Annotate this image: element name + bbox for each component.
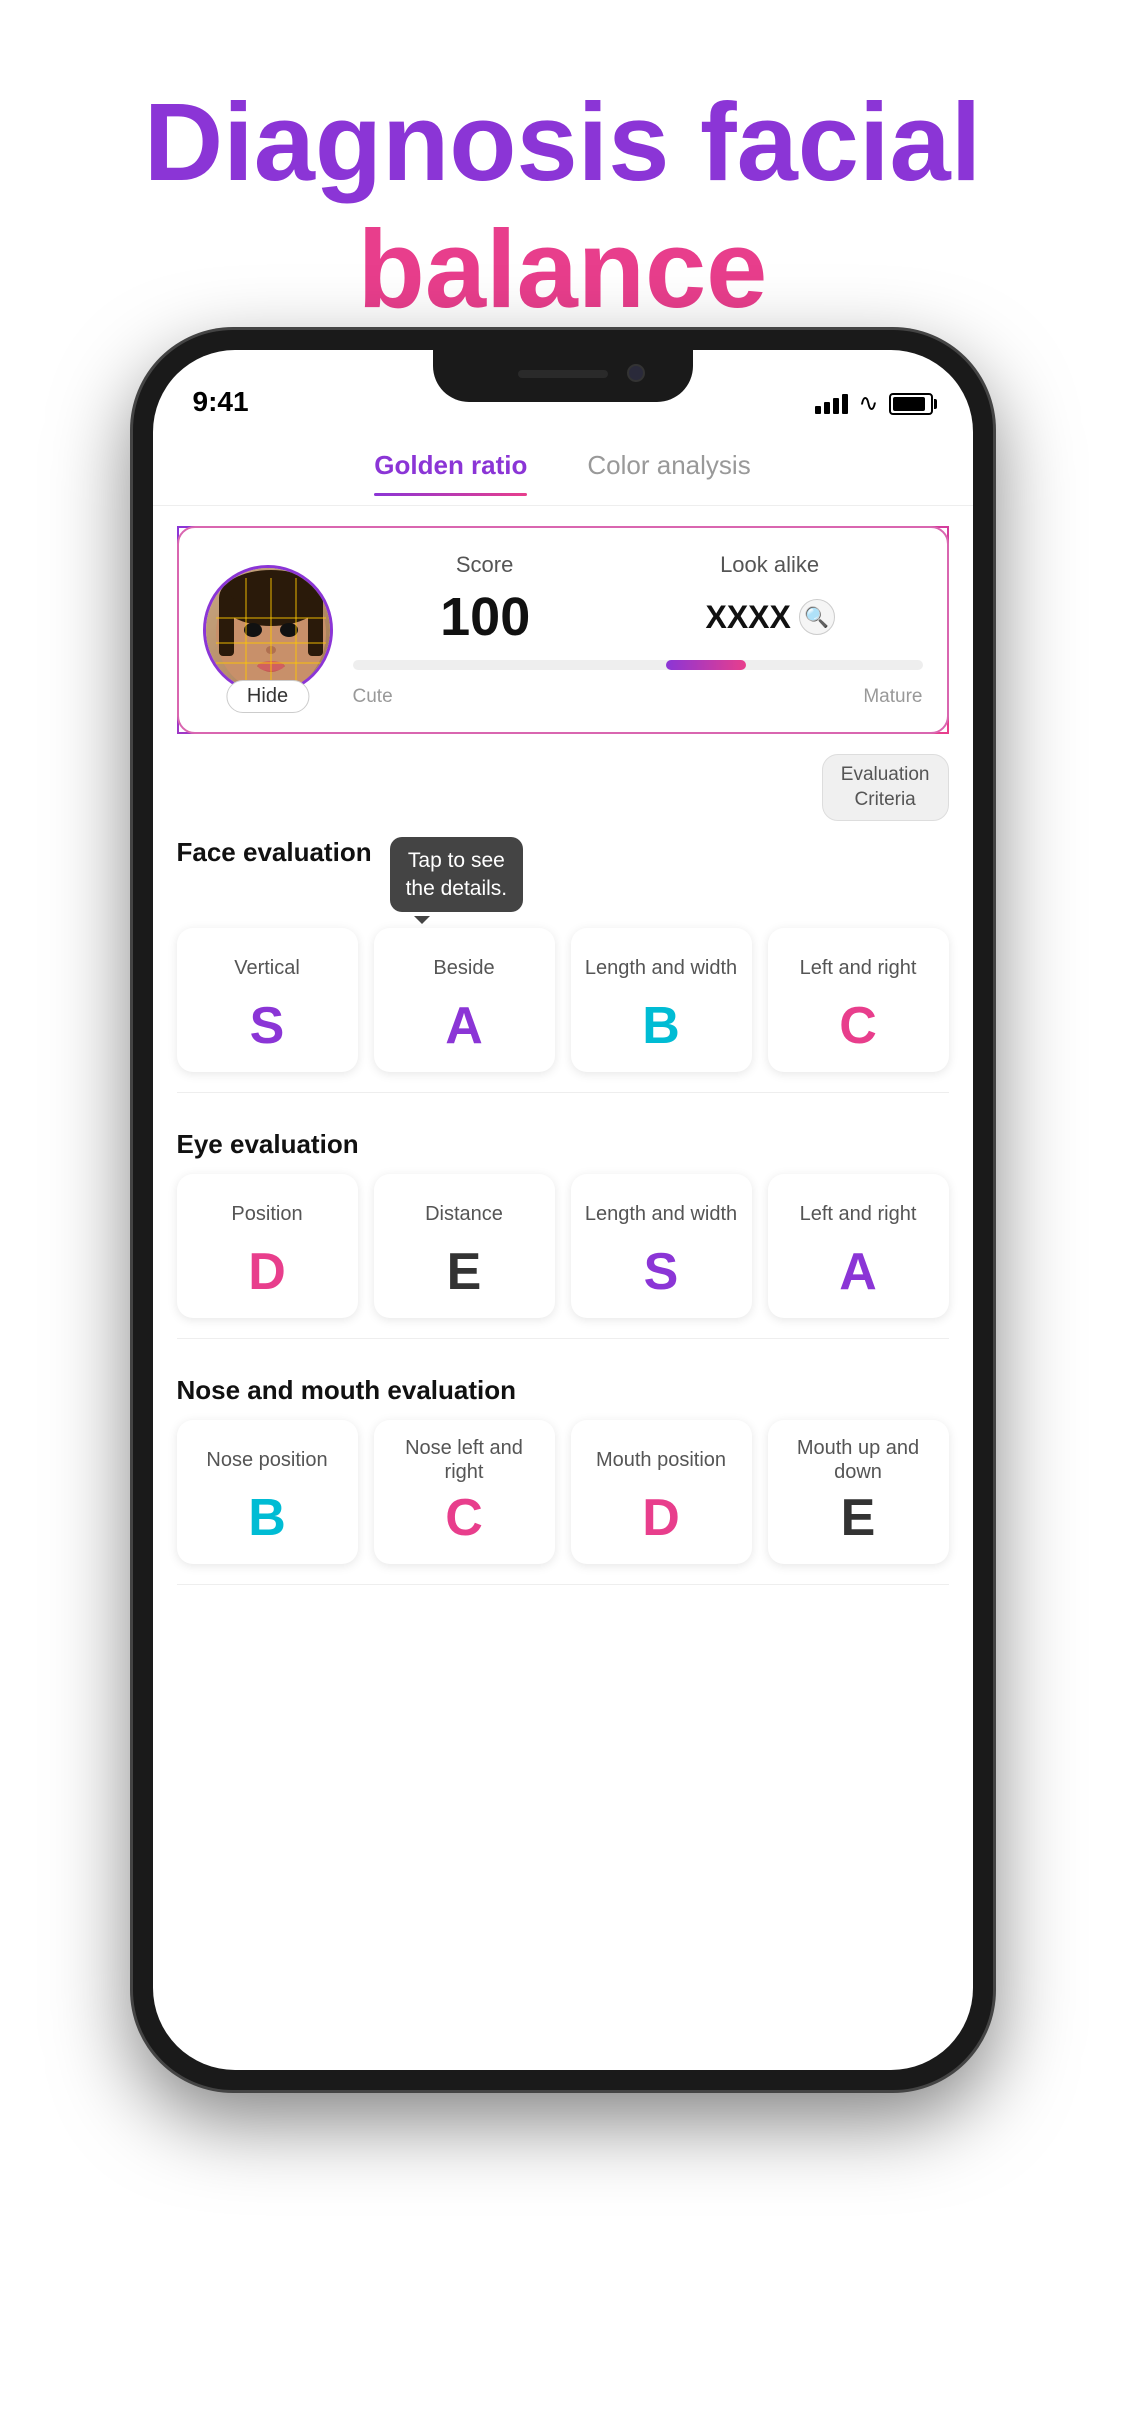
tab-golden-ratio[interactable]: Golden ratio	[374, 450, 527, 495]
grade-label-length-width: Length and width	[585, 944, 737, 992]
status-icons: ∿	[815, 389, 932, 418]
score-card: Hide Score Look alike 100 XXXX 🔍	[177, 526, 949, 734]
grade-card-eye-length-width[interactable]: Length and width S	[571, 1174, 752, 1318]
grade-label-eye-length-width: Length and width	[585, 1190, 737, 1238]
hide-button[interactable]: Hide	[226, 680, 309, 713]
face-evaluation-title: Face evaluation	[177, 837, 372, 868]
progress-bar-fill	[666, 660, 746, 670]
grade-letter-position: D	[248, 1246, 286, 1298]
face-eval-header: Face evaluation Tap to seethe details.	[177, 837, 949, 912]
status-time: 9:41	[193, 386, 249, 418]
progress-labels: Cute Mature	[353, 686, 923, 708]
grade-label-nose-position: Nose position	[206, 1436, 327, 1484]
grade-letter-mouth-up-down: E	[841, 1492, 876, 1544]
progress-label-right: Mature	[863, 686, 922, 708]
grade-card-left-right[interactable]: Left and right C	[768, 928, 949, 1072]
eye-evaluation-title: Eye evaluation	[177, 1129, 949, 1160]
title-pink: balance	[358, 208, 768, 331]
grade-label-left-right: Left and right	[800, 944, 917, 992]
grade-card-position[interactable]: Position D	[177, 1174, 358, 1318]
score-details: Score Look alike 100 XXXX 🔍	[353, 552, 923, 708]
notch-camera	[627, 364, 645, 382]
grade-letter-beside: A	[445, 1000, 483, 1052]
search-button[interactable]: 🔍	[799, 599, 835, 635]
grade-letter-vertical: S	[250, 1000, 285, 1052]
grade-card-distance[interactable]: Distance E	[374, 1174, 555, 1318]
header-title: Diagnosis facial balance	[0, 0, 1125, 373]
progress-bar-container	[353, 660, 923, 670]
tooltip-text: Tap to seethe details.	[406, 849, 508, 899]
score-lookalike: XXXX 🔍	[705, 599, 834, 636]
notch	[433, 350, 693, 402]
grade-letter-nose-left-right: C	[445, 1492, 483, 1544]
progress-bar-track	[353, 660, 923, 670]
grade-letter-distance: E	[447, 1246, 482, 1298]
progress-label-left: Cute	[353, 686, 393, 708]
grade-label-beside: Beside	[433, 944, 494, 992]
score-number: 100	[440, 586, 530, 648]
phone-screen: 9:41 ∿ Golden ratio Color analysis	[153, 350, 973, 2070]
battery-icon	[889, 393, 933, 415]
grade-card-length-width[interactable]: Length and width B	[571, 928, 752, 1072]
grade-letter-left-right: C	[839, 1000, 877, 1052]
face-evaluation-section: Face evaluation Tap to seethe details. V…	[153, 821, 973, 1072]
grade-label-distance: Distance	[425, 1190, 503, 1238]
signal-icon	[815, 394, 848, 414]
eye-grade-row: Position D Distance E Length and width S…	[177, 1174, 949, 1318]
grade-card-eye-left-right[interactable]: Left and right A	[768, 1174, 949, 1318]
score-label: Score	[456, 552, 513, 578]
title-purple: Diagnosis facial	[144, 81, 982, 204]
grade-letter-mouth-position: D	[642, 1492, 680, 1544]
grade-label-vertical: Vertical	[234, 944, 300, 992]
tab-bar: Golden ratio Color analysis	[153, 430, 973, 506]
divider-2	[177, 1338, 949, 1339]
grade-card-mouth-position[interactable]: Mouth position D	[571, 1420, 752, 1564]
grade-label-mouth-up-down: Mouth up and down	[780, 1436, 937, 1484]
grade-letter-eye-length-width: S	[644, 1246, 679, 1298]
eval-criteria-section: Evaluation Criteria	[153, 754, 973, 821]
divider-1	[177, 1092, 949, 1093]
tab-color-analysis[interactable]: Color analysis	[587, 450, 750, 495]
grade-card-vertical[interactable]: Vertical S	[177, 928, 358, 1072]
grade-label-mouth-position: Mouth position	[596, 1436, 726, 1484]
grade-letter-nose-position: B	[248, 1492, 286, 1544]
face-svg	[206, 568, 333, 695]
phone-frame: 9:41 ∿ Golden ratio Color analysis	[133, 330, 993, 2090]
score-labels: Score Look alike	[353, 552, 923, 578]
evaluation-criteria-button[interactable]: Evaluation Criteria	[822, 754, 949, 821]
grade-letter-length-width: B	[642, 1000, 680, 1052]
grade-label-nose-left-right: Nose left and right	[386, 1436, 543, 1484]
grade-card-nose-position[interactable]: Nose position B	[177, 1420, 358, 1564]
wifi-icon: ∿	[858, 389, 878, 418]
face-grade-row: Vertical S Beside A Length and width B L…	[177, 928, 949, 1072]
battery-fill	[893, 397, 925, 411]
lookalike-label: Look alike	[720, 552, 819, 578]
divider-3	[177, 1584, 949, 1585]
nose-mouth-evaluation-title: Nose and mouth evaluation	[177, 1375, 949, 1406]
grade-letter-eye-left-right: A	[839, 1246, 877, 1298]
screen-content: Golden ratio Color analysis	[153, 430, 973, 2070]
avatar-face	[206, 568, 330, 692]
grade-card-nose-left-right[interactable]: Nose left and right C	[374, 1420, 555, 1564]
nose-mouth-evaluation-section: Nose and mouth evaluation Nose position …	[153, 1359, 973, 1564]
notch-speaker	[518, 370, 608, 378]
grade-card-mouth-up-down[interactable]: Mouth up and down E	[768, 1420, 949, 1564]
tooltip-bubble: Tap to seethe details.	[390, 837, 524, 912]
grade-label-position: Position	[231, 1190, 302, 1238]
eye-evaluation-section: Eye evaluation Position D Distance E Len…	[153, 1113, 973, 1318]
score-values: 100 XXXX 🔍	[353, 586, 923, 648]
avatar-container: Hide	[203, 565, 333, 695]
grade-card-beside[interactable]: Beside A	[374, 928, 555, 1072]
avatar	[203, 565, 333, 695]
lookalike-text: XXXX	[705, 599, 790, 636]
nose-mouth-grade-row: Nose position B Nose left and right C Mo…	[177, 1420, 949, 1564]
grade-label-eye-left-right: Left and right	[800, 1190, 917, 1238]
